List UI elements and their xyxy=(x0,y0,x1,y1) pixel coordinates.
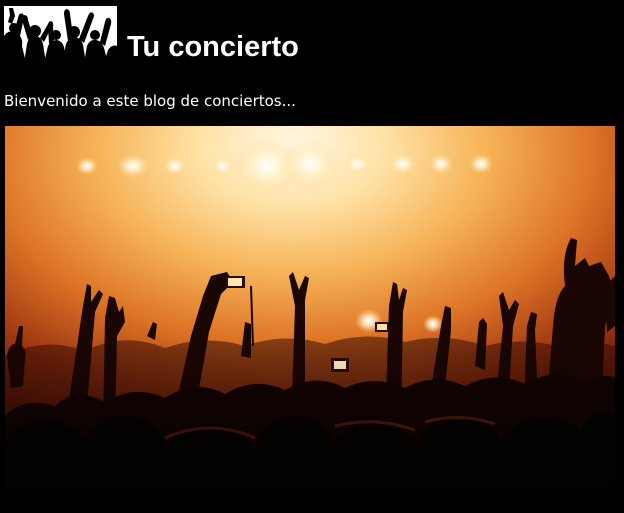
welcome-text: Bienvenido a este blog de conciertos... xyxy=(4,92,296,110)
site-title[interactable]: Tu concierto xyxy=(127,33,299,62)
concert-stage-photo xyxy=(5,126,615,513)
page: Tu concierto Bienvenido a este blog de c… xyxy=(0,0,624,513)
concert-crowd-logo-icon[interactable] xyxy=(4,6,117,63)
site-header: Tu concierto xyxy=(4,5,299,63)
